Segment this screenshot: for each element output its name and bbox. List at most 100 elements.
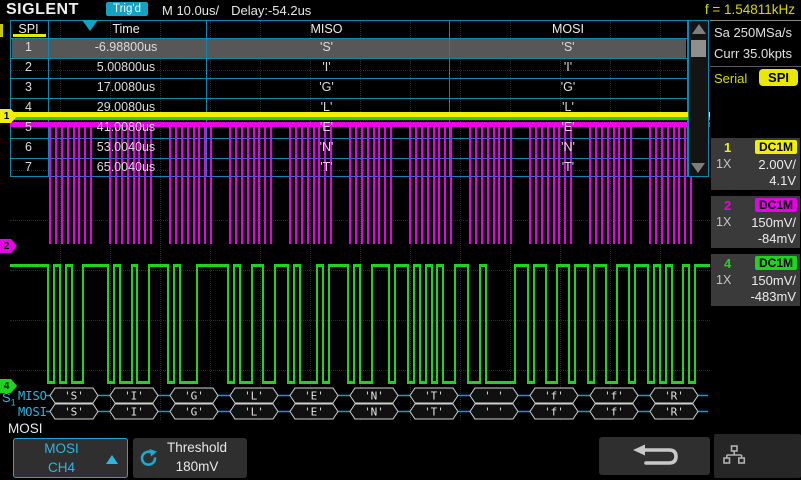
memory-depth-readout: Curr 35.0kpts bbox=[714, 46, 792, 61]
svg-text:' ': ' ' bbox=[484, 390, 504, 403]
channel-number: 2 bbox=[724, 198, 731, 213]
return-button[interactable] bbox=[599, 437, 710, 475]
mosi-data-edge bbox=[688, 264, 690, 384]
network-tree-icon bbox=[722, 444, 746, 468]
cell-mosi: 'N' bbox=[448, 137, 688, 157]
channel2-marker[interactable]: 2 bbox=[0, 239, 17, 253]
threshold-button[interactable]: Threshold 180mV bbox=[133, 438, 247, 478]
svg-text:'I': 'I' bbox=[124, 390, 144, 403]
mosi-data-edge bbox=[587, 264, 589, 384]
mosi-data-edge bbox=[65, 264, 67, 384]
bus-config-button[interactable] bbox=[714, 434, 801, 478]
mosi-data-edge bbox=[431, 264, 433, 384]
probe-ratio: 1X bbox=[716, 273, 731, 287]
mosi-data-edge bbox=[419, 264, 421, 384]
miso-bus-label: MISO bbox=[18, 389, 47, 403]
channel4-info-box[interactable]: 4 DC1M 1X 150mV/ -483mV bbox=[711, 254, 800, 306]
scroll-up-icon[interactable] bbox=[692, 24, 706, 34]
mosi-data-edge bbox=[293, 264, 295, 384]
group-letter: S bbox=[2, 390, 11, 405]
cell-index: 1 bbox=[10, 37, 47, 57]
cell-mosi: 'G' bbox=[448, 77, 688, 97]
mosi-data-edge bbox=[647, 264, 649, 384]
mosi-data-edge bbox=[407, 264, 409, 384]
svg-text:'I': 'I' bbox=[124, 406, 144, 419]
mosi-data-edge bbox=[287, 264, 289, 384]
channel1-info-box[interactable]: 1 DC1M 1X 2.00V/ 4.1V bbox=[711, 138, 800, 190]
channel-offset: -483mV bbox=[750, 289, 796, 304]
mosi-data-edge bbox=[394, 264, 396, 384]
trigger-position-icon[interactable] bbox=[82, 20, 98, 31]
decode-event-table: SPI Time MISO MOSI 1 -6.98800us 'S' 'S' … bbox=[10, 20, 688, 177]
menu-section-label: MOSI bbox=[8, 421, 43, 436]
probe-ratio: 1X bbox=[716, 157, 731, 171]
mosi-data-edge bbox=[568, 264, 570, 384]
mosi-data-edge bbox=[653, 264, 655, 384]
right-info-panel: Sa 250MSa/s Curr 35.0kpts Serial SPI 1 D… bbox=[710, 20, 801, 420]
mosi-data-edge bbox=[425, 264, 427, 384]
cell-mosi: 'T' bbox=[448, 157, 688, 177]
chevron-up-icon bbox=[106, 455, 118, 464]
mosi-data-edge bbox=[454, 264, 456, 384]
mosi-data-edge bbox=[634, 264, 636, 384]
mosi-data-edge bbox=[82, 264, 84, 384]
serial-label: Serial bbox=[714, 71, 747, 86]
mosi-data-edge bbox=[53, 264, 55, 384]
mosi-data-edge bbox=[436, 264, 438, 384]
svg-text:' ': ' ' bbox=[484, 406, 504, 419]
cell-index: 7 bbox=[10, 157, 47, 177]
mosi-data-edge bbox=[605, 264, 607, 384]
cell-miso: 'G' bbox=[205, 77, 448, 97]
mosi-data-edge bbox=[479, 264, 481, 384]
mosi-data-edge bbox=[659, 264, 661, 384]
mosi-data-edge bbox=[514, 264, 516, 384]
svg-text:'G': 'G' bbox=[184, 390, 204, 403]
channel2-info-box[interactable]: 2 DC1M 1X 150mV/ -84mV bbox=[711, 196, 800, 248]
mosi-data-edge bbox=[485, 264, 487, 384]
cell-time: -6.98800us bbox=[47, 37, 205, 57]
volts-per-div: 150mV/ bbox=[751, 215, 796, 230]
mosi-data-segment bbox=[695, 264, 711, 267]
cell-mosi: 'L' bbox=[448, 97, 688, 117]
svg-text:'L': 'L' bbox=[244, 406, 264, 419]
cell-time: 5.00800us bbox=[47, 57, 205, 77]
scroll-down-icon[interactable] bbox=[691, 163, 705, 173]
mosi-data-edge bbox=[233, 264, 235, 384]
mosi-data-edge bbox=[299, 264, 301, 384]
scrollbar-thumb[interactable] bbox=[691, 40, 706, 57]
sample-rate-readout: Sa 250MSa/s bbox=[714, 25, 792, 40]
mosi-data-edge bbox=[328, 264, 330, 384]
svg-text:'G': 'G' bbox=[184, 406, 204, 419]
svg-text:'R': 'R' bbox=[664, 406, 684, 419]
mosi-data-segment bbox=[10, 264, 49, 267]
mosi-data-edge bbox=[131, 264, 133, 384]
svg-text:'L': 'L' bbox=[244, 390, 264, 403]
cell-index: 4 bbox=[10, 97, 47, 117]
mosi-data-edge bbox=[136, 264, 138, 384]
mosi-data-edge bbox=[442, 264, 444, 384]
svg-text:'f': 'f' bbox=[604, 390, 624, 403]
frequency-counter-readout: f = 1.54811kHz bbox=[705, 2, 795, 17]
cell-index: 6 bbox=[10, 137, 47, 157]
mosi-data-edge bbox=[239, 264, 241, 384]
svg-text:'f': 'f' bbox=[544, 390, 564, 403]
mosi-source-button[interactable]: MOSI CH4 bbox=[13, 438, 128, 478]
decode-bus-frames: 'S''S''I''I''G''G''L''L''E''E''N''N''T''… bbox=[0, 386, 710, 422]
delay-value: Delay:-54.2us bbox=[231, 3, 311, 18]
mosi-data-edge bbox=[274, 264, 276, 384]
cell-time: 17.0080us bbox=[47, 77, 205, 97]
serial-type-badge[interactable]: SPI bbox=[759, 69, 798, 86]
cell-index: 2 bbox=[10, 57, 47, 77]
mosi-data-edge bbox=[107, 264, 109, 384]
mosi-data-edge bbox=[113, 264, 115, 384]
channel-offset: -84mV bbox=[758, 231, 796, 246]
mosi-data-edge bbox=[545, 264, 547, 384]
cell-time: 29.0080us bbox=[47, 97, 205, 117]
cell-index: 3 bbox=[10, 77, 47, 97]
mosi-data-edge bbox=[347, 264, 349, 384]
cell-time: 41.0080us bbox=[47, 117, 205, 137]
sidebar-divider bbox=[710, 66, 801, 67]
serial-group-label: S1 bbox=[2, 390, 16, 408]
table-scrollbar[interactable] bbox=[688, 20, 709, 177]
timebase-readout: M 10.0us/Delay:-54.2us bbox=[162, 3, 323, 18]
